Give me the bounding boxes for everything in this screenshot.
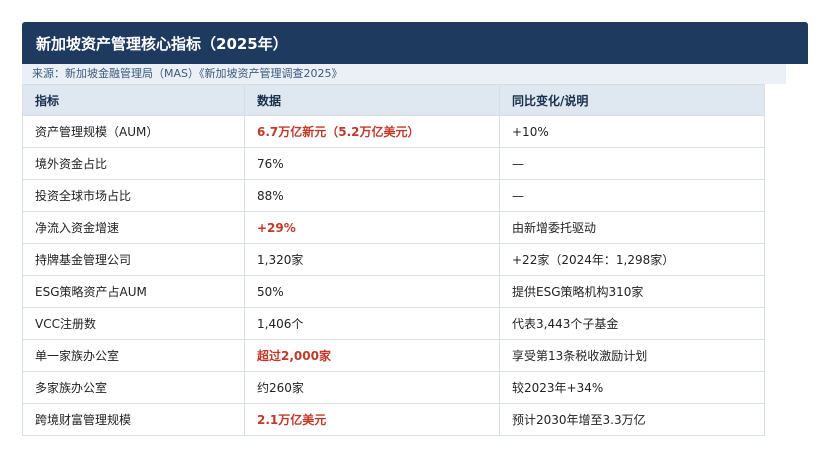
cell-metric: 跨境财富管理规模 <box>22 403 245 436</box>
cell-metric: 境外资金占比 <box>22 147 245 180</box>
cell-metric: 投资全球市场占比 <box>22 179 245 212</box>
cell-metric: 持牌基金管理公司 <box>22 243 245 276</box>
column-header-metric: 指标 <box>22 84 245 116</box>
metrics-table: 指标 数据 同比变化/说明 资产管理规模（AUM） 6.7万亿新元（5.2万亿美元… <box>22 84 765 436</box>
cell-value: 1,406个 <box>244 307 500 340</box>
cell-value: 约260家 <box>244 371 500 404</box>
cell-value: 50% <box>244 275 500 308</box>
table-row: 持牌基金管理公司 1,320家 +22家（2024年：1,298家） <box>22 243 765 276</box>
cell-note: — <box>499 179 765 212</box>
cell-note: 提供ESG策略机构310家 <box>499 275 765 308</box>
cell-value: 1,320家 <box>244 243 500 276</box>
cell-value: 6.7万亿新元（5.2万亿美元） <box>244 115 500 148</box>
cell-metric: 单一家族办公室 <box>22 339 245 372</box>
table-header-row: 指标 数据 同比变化/说明 <box>22 84 765 116</box>
cell-value: +29% <box>244 211 500 244</box>
table-row: 单一家族办公室 超过2,000家 享受第13条税收激励计划 <box>22 339 765 372</box>
cell-value: 2.1万亿美元 <box>244 403 500 436</box>
cell-value: 76% <box>244 147 500 180</box>
table-row: 投资全球市场占比 88% — <box>22 179 765 212</box>
table-row: ESG策略资产占AUM 50% 提供ESG策略机构310家 <box>22 275 765 308</box>
metrics-card: 新加坡资产管理核心指标（2025年） 来源：新加坡金融管理局（MAS）《新加坡资… <box>22 22 808 436</box>
column-header-value: 数据 <box>244 84 500 116</box>
table-row: VCC注册数 1,406个 代表3,443个子基金 <box>22 307 765 340</box>
source-note: 来源：新加坡金融管理局（MAS）《新加坡资产管理调查2025》 <box>22 64 786 84</box>
cell-note: 预计2030年增至3.3万亿 <box>499 403 765 436</box>
cell-note: +10% <box>499 115 765 148</box>
table-row: 多家族办公室 约260家 较2023年+34% <box>22 371 765 404</box>
table-row: 净流入资金增速 +29% 由新增委托驱动 <box>22 211 765 244</box>
card-title: 新加坡资产管理核心指标（2025年） <box>22 22 808 64</box>
table-row: 跨境财富管理规模 2.1万亿美元 预计2030年增至3.3万亿 <box>22 403 765 436</box>
cell-metric: ESG策略资产占AUM <box>22 275 245 308</box>
cell-note: 代表3,443个子基金 <box>499 307 765 340</box>
cell-note: — <box>499 147 765 180</box>
cell-note: +22家（2024年：1,298家） <box>499 243 765 276</box>
cell-metric: 资产管理规模（AUM） <box>22 115 245 148</box>
cell-note: 由新增委托驱动 <box>499 211 765 244</box>
cell-value: 超过2,000家 <box>244 339 500 372</box>
cell-note: 享受第13条税收激励计划 <box>499 339 765 372</box>
table-row: 境外资金占比 76% — <box>22 147 765 180</box>
cell-value: 88% <box>244 179 500 212</box>
cell-metric: 多家族办公室 <box>22 371 245 404</box>
cell-metric: VCC注册数 <box>22 307 245 340</box>
cell-note: 较2023年+34% <box>499 371 765 404</box>
table-row: 资产管理规模（AUM） 6.7万亿新元（5.2万亿美元） +10% <box>22 115 765 148</box>
column-header-note: 同比变化/说明 <box>499 84 765 116</box>
cell-metric: 净流入资金增速 <box>22 211 245 244</box>
